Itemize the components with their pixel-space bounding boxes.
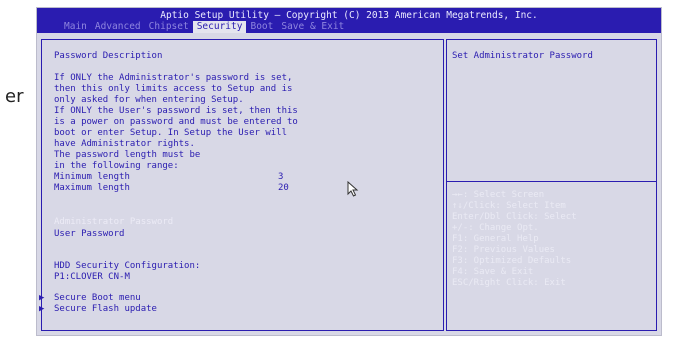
key-help-line: F2: Previous Values xyxy=(452,245,555,255)
description-line: is a power on password and must be enter… xyxy=(54,117,298,127)
tab-advanced[interactable]: Advanced xyxy=(91,21,145,33)
help-divider xyxy=(447,181,656,182)
bios-screen: Aptio Setup Utility – Copyright (C) 2013… xyxy=(37,8,661,335)
tab-security[interactable]: Security xyxy=(192,21,247,33)
description-line: have Administrator rights. xyxy=(54,139,195,149)
key-help-line: +/-: Change Opt. xyxy=(452,223,539,233)
settings-panel: Password Description If ONLY the Adminis… xyxy=(39,39,444,331)
help-panel: Set Administrator Password →←: Select Sc… xyxy=(446,39,657,331)
submenu-arrow-icon: ▶ xyxy=(39,304,45,314)
key-help-line: F1: General Help xyxy=(452,234,539,244)
key-help-line: →←: Select Screen xyxy=(452,190,545,200)
key-help-line: ESC/Right Click: Exit xyxy=(452,278,566,288)
description-line: only asked for when entering Setup. xyxy=(54,95,244,105)
description-line: If ONLY the User's password is set, then… xyxy=(54,106,298,116)
password-description-heading: Password Description xyxy=(54,51,163,61)
outside-partial-text: er xyxy=(5,86,24,107)
hdd-security-heading: HDD Security Configuration: xyxy=(54,261,201,271)
hdd-device-item[interactable]: P1:CLOVER CN-M xyxy=(54,272,130,283)
title-bar: Aptio Setup Utility – Copyright (C) 2013… xyxy=(37,8,661,33)
item-help-text: Set Administrator Password xyxy=(452,51,593,61)
description-line: in the following range: xyxy=(54,161,179,171)
bios-title: Aptio Setup Utility – Copyright (C) 2013… xyxy=(160,10,538,21)
user-password-item[interactable]: User Password xyxy=(54,229,124,240)
tab-main[interactable]: Main xyxy=(60,21,91,33)
submenu-arrow-icon: ▶ xyxy=(39,293,45,303)
key-help-line: F3: Optimized Defaults xyxy=(452,256,572,266)
secure-flash-update-item[interactable]: Secure Flash update xyxy=(54,304,157,315)
mouse-pointer-icon xyxy=(347,181,359,197)
minimum-length-value: 3 xyxy=(278,172,284,182)
administrator-password-item[interactable]: Administrator Password xyxy=(54,217,173,228)
tab-save-exit[interactable]: Save & Exit xyxy=(277,21,348,33)
key-help-line: ↑↓/Click: Select Item xyxy=(452,201,566,211)
tab-boot[interactable]: Boot xyxy=(246,21,277,33)
minimum-length-label: Minimum length xyxy=(54,172,130,182)
description-line: If ONLY the Administrator's password is … xyxy=(54,73,293,83)
maximum-length-label: Maximum length xyxy=(54,183,130,193)
description-line: boot or enter Setup. In Setup the User w… xyxy=(54,128,287,138)
description-line: then this only limits access to Setup an… xyxy=(54,84,293,94)
tab-bar: Main Advanced Chipset Security Boot Save… xyxy=(60,21,348,33)
secure-boot-menu-item[interactable]: Secure Boot menu xyxy=(54,293,141,304)
key-help-line: F4: Save & Exit xyxy=(452,267,534,277)
tab-chipset[interactable]: Chipset xyxy=(145,21,193,33)
key-help-line: Enter/Dbl Click: Select xyxy=(452,212,577,222)
description-line: The password length must be xyxy=(54,150,201,160)
maximum-length-value: 20 xyxy=(278,183,289,193)
